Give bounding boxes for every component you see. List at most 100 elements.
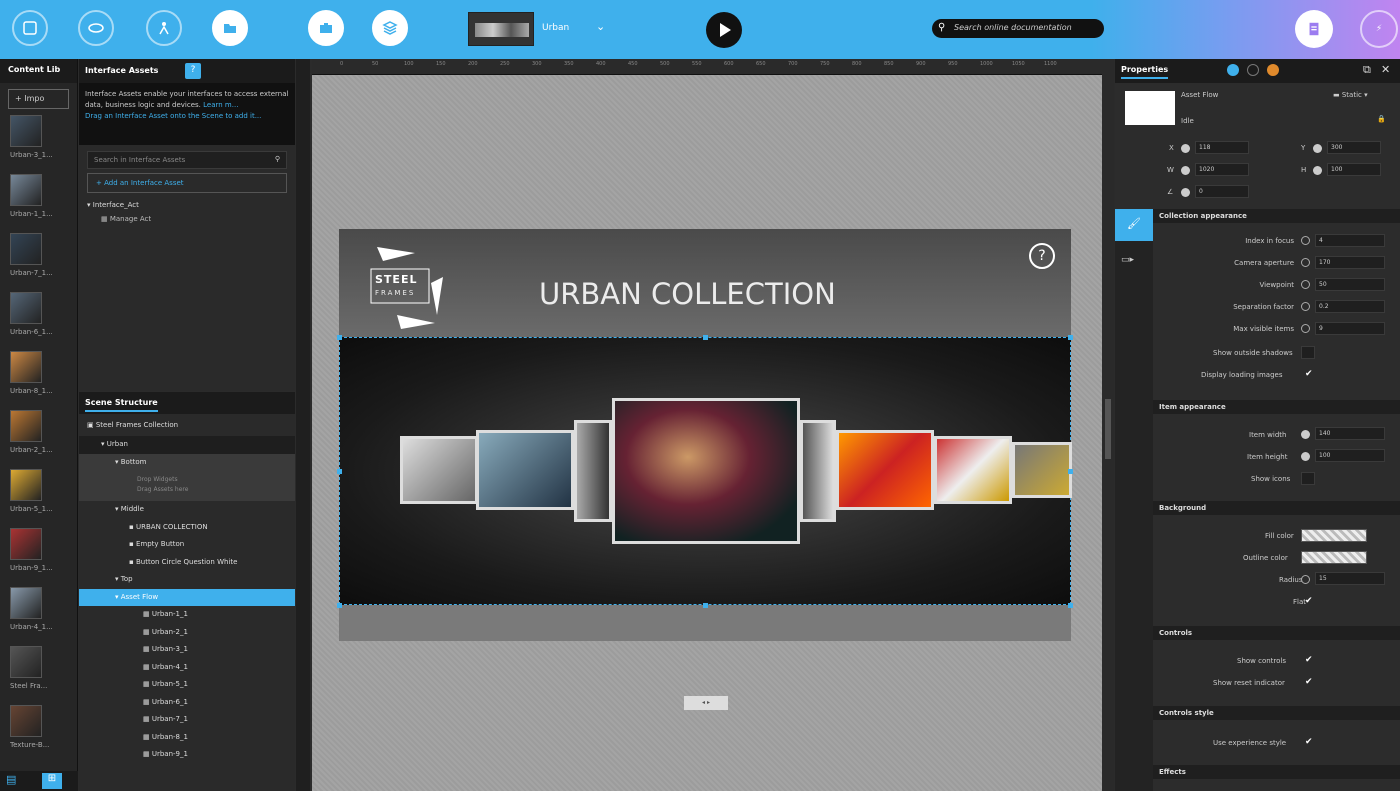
flat-checkbox[interactable]: ✔ [1305,597,1315,607]
scene-icon[interactable] [78,10,114,46]
layers-icon[interactable] [372,10,408,46]
flow-item-focused[interactable] [612,398,800,544]
image-icon[interactable]: ▦ [143,645,152,653]
flow-item[interactable] [400,436,478,504]
keyframe-icon[interactable] [1301,452,1310,461]
properties-icon[interactable] [1227,64,1239,76]
tab-content-library[interactable]: Content Lib [0,59,77,83]
width-input[interactable]: 1020 [1195,163,1249,176]
show-outside-shadows-checkbox[interactable] [1301,346,1315,359]
briefcase-icon[interactable] [308,10,344,46]
angle-input[interactable]: 0 [1195,185,1249,198]
library-item[interactable]: Steel Fra... [10,646,68,705]
flow-item[interactable] [1012,442,1072,498]
use-experience-style-checkbox[interactable]: ✔ [1305,738,1315,748]
image-icon[interactable]: ▦ [143,733,152,741]
documentation-search-input[interactable]: ⚲ Search online documentation [932,19,1104,38]
section-background[interactable]: Background [1153,501,1400,515]
library-item[interactable]: Urban-1_1... [10,174,68,233]
item-height-input[interactable]: 100 [1315,449,1385,462]
resize-handle[interactable] [703,335,708,340]
library-item[interactable]: Urban-7_1... [10,233,68,292]
project-thumbnail[interactable] [468,12,534,46]
interaction-icon[interactable] [146,10,182,46]
play-button[interactable] [706,12,742,48]
display-loading-images-checkbox[interactable]: ✔ [1305,370,1315,380]
expand-icon[interactable]: ▪ [129,523,136,531]
tab-properties[interactable]: Properties [1121,65,1169,79]
collection-field-input[interactable]: 0.2 [1315,300,1385,313]
resize-handle[interactable] [337,603,342,608]
scene-tree-item[interactable]: ▦ Urban-9_1 [79,746,295,764]
scene-tree-item[interactable]: ▦ Urban-3_1 [79,641,295,659]
scene-stage[interactable]: STEEL FRAMES URBAN COLLECTION ? ◂ ▸ [337,229,1073,710]
collection-field-input[interactable]: 4 [1315,234,1385,247]
keyframe-icon[interactable] [1301,430,1310,439]
flow-item[interactable] [800,420,836,522]
interface-assets-search-input[interactable]: Search in Interface Assets ⚲ [87,151,287,169]
expand-icon[interactable]: ▪ [129,540,136,548]
panel-scrollbar[interactable] [296,59,310,791]
scene-tree-item[interactable]: ▪ URBAN COLLECTION [79,519,295,537]
library-item[interactable]: Urban-8_1... [10,351,68,410]
scene-root[interactable]: ▣ Steel Frames Collection [79,414,295,436]
page-icon[interactable] [12,10,48,46]
library-item[interactable]: Urban-5_1... [10,469,68,528]
media-icon[interactable]: ▤ [6,773,24,789]
keyframe-icon[interactable] [1181,166,1190,175]
height-input[interactable]: 100 [1327,163,1381,176]
drop-zone[interactable]: Drop Widgets Drag Assets here [79,471,295,501]
outline-color-swatch[interactable] [1301,551,1367,564]
section-item-appearance[interactable]: Item appearance [1153,400,1400,414]
section-controls[interactable]: Controls [1153,626,1400,640]
scene-tree-item[interactable]: ▾ Asset Flow [79,588,295,606]
detach-icon[interactable]: ⧉ [1363,63,1371,77]
library-item[interactable]: Urban-9_1... [10,528,68,587]
show-icons-checkbox[interactable] [1301,472,1315,485]
image-icon[interactable]: ▦ [143,663,152,671]
chevron-down-icon[interactable]: ⌄ [596,20,605,33]
scene-tree-item[interactable]: ▦ Urban-4_1 [79,659,295,677]
section-effects[interactable]: Effects [1153,765,1400,779]
keyframe-icon[interactable] [1301,324,1310,333]
resize-handle[interactable] [337,469,342,474]
scene-tree-item[interactable]: ▾ Top [79,571,295,589]
flow-item[interactable] [476,430,574,510]
tab-interface-assets[interactable]: Interface Assets [85,66,158,75]
tab-scene-structure[interactable]: Scene Structure [85,398,158,412]
resize-handle[interactable] [1068,335,1073,340]
question-icon[interactable]: ? [1029,243,1055,269]
section-collection-appearance[interactable]: Collection appearance [1153,209,1400,223]
keyframe-icon[interactable] [1181,188,1190,197]
document-icon[interactable] [1295,10,1333,48]
radius-input[interactable]: 15 [1315,572,1385,585]
scene-tree-item[interactable]: ▾ Middle [79,501,295,519]
publish-icon[interactable]: ⚡ [1360,10,1398,48]
scene-tree-item[interactable]: ▦ Urban-8_1 [79,729,295,747]
folder-icon[interactable] [212,10,248,46]
resize-handle[interactable] [1068,603,1073,608]
asset-item[interactable]: ▦ Manage Act [79,215,295,223]
scene-tree-item[interactable]: ▪ Button Circle Question White [79,554,295,572]
scene-tree-item[interactable]: ▾ Urban [79,436,295,454]
keyframe-icon[interactable] [1181,144,1190,153]
import-button[interactable]: + Impo [8,89,69,109]
scene-tree-item[interactable]: ▦ Urban-2_1 [79,624,295,642]
keyframe-icon[interactable] [1301,575,1310,584]
object-name-field[interactable]: Idle [1181,117,1194,125]
scene-tree-item[interactable]: ▪ Empty Button [79,536,295,554]
resize-handle[interactable] [703,603,708,608]
keyframe-icon[interactable] [1313,144,1322,153]
resize-handle[interactable] [337,335,342,340]
show-reset-checkbox[interactable]: ✔ [1305,678,1315,688]
section-controls-style[interactable]: Controls style [1153,706,1400,720]
help-icon[interactable]: ? [185,63,201,79]
scene-tree-item[interactable]: ▦ Urban-1_1 [79,606,295,624]
expand-icon[interactable]: ▪ [129,558,136,566]
image-icon[interactable]: ▦ [143,715,152,723]
fill-color-swatch[interactable] [1301,529,1367,542]
image-icon[interactable]: ▦ [143,698,152,706]
lock-icon[interactable]: 🔒 [1377,115,1386,123]
x-input[interactable]: 118 [1195,141,1249,154]
library-item[interactable]: Urban-3_1... [10,115,68,174]
